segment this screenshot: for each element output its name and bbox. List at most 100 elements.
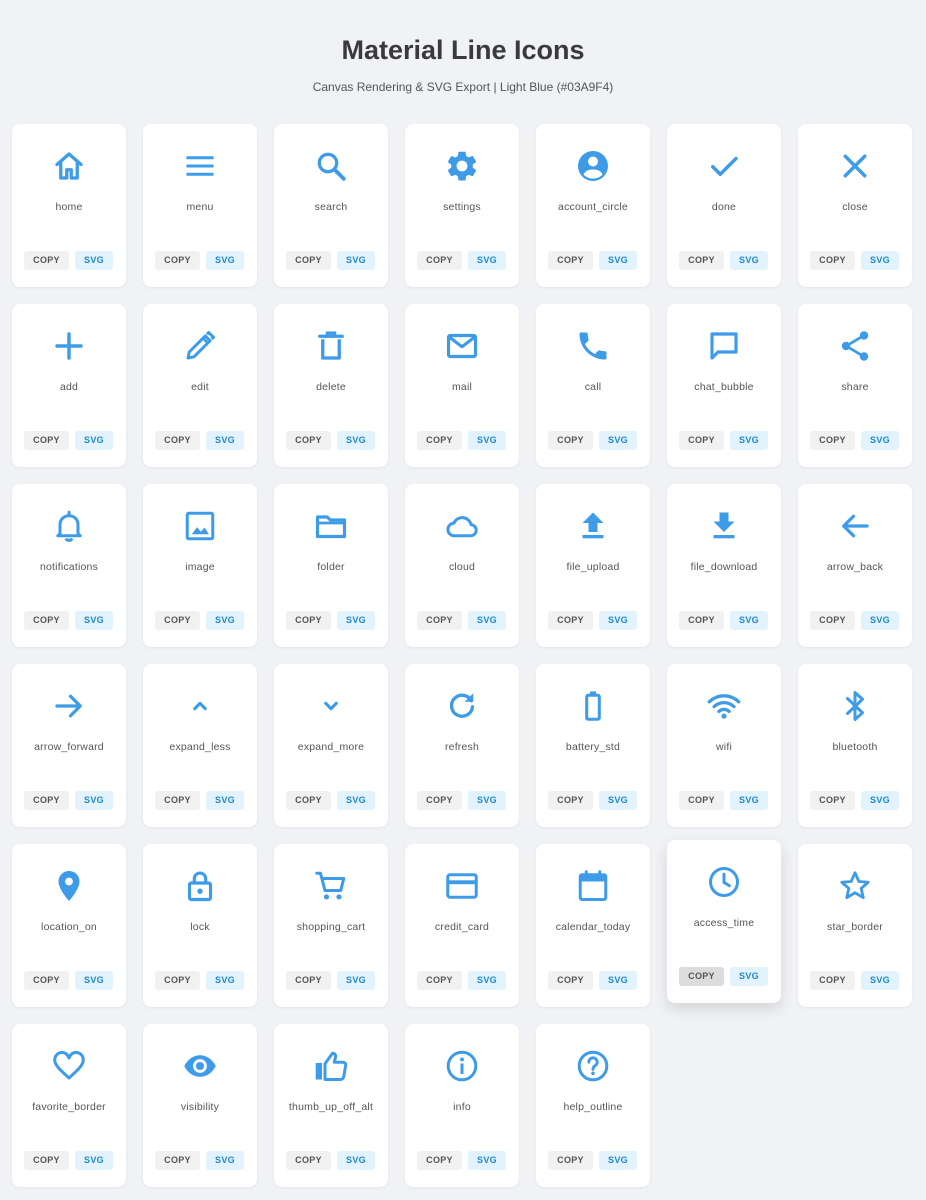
svg-export-button[interactable]: SVG — [468, 251, 506, 270]
svg-export-button[interactable]: SVG — [206, 971, 244, 990]
svg-export-button[interactable]: SVG — [206, 791, 244, 810]
svg-export-button[interactable]: SVG — [337, 791, 375, 810]
copy-button[interactable]: COPY — [810, 431, 855, 450]
icon-card[interactable]: menu COPY SVG — [143, 124, 257, 287]
icon-card[interactable]: expand_more COPY SVG — [274, 664, 388, 827]
svg-export-button[interactable]: SVG — [468, 611, 506, 630]
icon-card[interactable]: calendar_today COPY SVG — [536, 844, 650, 1007]
icon-card[interactable]: refresh COPY SVG — [405, 664, 519, 827]
icon-card[interactable]: done COPY SVG — [667, 124, 781, 287]
svg-export-button[interactable]: SVG — [206, 611, 244, 630]
svg-export-button[interactable]: SVG — [468, 791, 506, 810]
icon-card[interactable]: call COPY SVG — [536, 304, 650, 467]
copy-button[interactable]: COPY — [417, 971, 462, 990]
copy-button[interactable]: COPY — [417, 1151, 462, 1170]
icon-card[interactable]: bluetooth COPY SVG — [798, 664, 912, 827]
svg-export-button[interactable]: SVG — [75, 971, 113, 990]
copy-button[interactable]: COPY — [155, 251, 200, 270]
copy-button[interactable]: COPY — [24, 251, 69, 270]
svg-export-button[interactable]: SVG — [730, 611, 768, 630]
copy-button[interactable]: COPY — [286, 791, 331, 810]
icon-card[interactable]: settings COPY SVG — [405, 124, 519, 287]
copy-button[interactable]: COPY — [679, 431, 724, 450]
copy-button[interactable]: COPY — [679, 967, 724, 986]
svg-export-button[interactable]: SVG — [337, 971, 375, 990]
icon-card[interactable]: image COPY SVG — [143, 484, 257, 647]
copy-button[interactable]: COPY — [679, 251, 724, 270]
svg-export-button[interactable]: SVG — [468, 1151, 506, 1170]
icon-card[interactable]: lock COPY SVG — [143, 844, 257, 1007]
icon-card[interactable]: account_circle COPY SVG — [536, 124, 650, 287]
copy-button[interactable]: COPY — [24, 611, 69, 630]
svg-export-button[interactable]: SVG — [599, 971, 637, 990]
copy-button[interactable]: COPY — [286, 1151, 331, 1170]
copy-button[interactable]: COPY — [286, 611, 331, 630]
svg-export-button[interactable]: SVG — [730, 967, 768, 986]
svg-export-button[interactable]: SVG — [730, 791, 768, 810]
copy-button[interactable]: COPY — [24, 431, 69, 450]
copy-button[interactable]: COPY — [548, 1151, 593, 1170]
copy-button[interactable]: COPY — [24, 1151, 69, 1170]
svg-export-button[interactable]: SVG — [75, 251, 113, 270]
svg-export-button[interactable]: SVG — [861, 251, 899, 270]
svg-export-button[interactable]: SVG — [75, 611, 113, 630]
copy-button[interactable]: COPY — [810, 251, 855, 270]
copy-button[interactable]: COPY — [417, 251, 462, 270]
copy-button[interactable]: COPY — [679, 791, 724, 810]
svg-export-button[interactable]: SVG — [468, 971, 506, 990]
svg-export-button[interactable]: SVG — [337, 1151, 375, 1170]
copy-button[interactable]: COPY — [286, 971, 331, 990]
svg-export-button[interactable]: SVG — [599, 1151, 637, 1170]
icon-card[interactable]: info COPY SVG — [405, 1024, 519, 1187]
svg-export-button[interactable]: SVG — [337, 611, 375, 630]
svg-export-button[interactable]: SVG — [206, 251, 244, 270]
copy-button[interactable]: COPY — [286, 251, 331, 270]
icon-card[interactable]: mail COPY SVG — [405, 304, 519, 467]
svg-export-button[interactable]: SVG — [206, 431, 244, 450]
copy-button[interactable]: COPY — [155, 1151, 200, 1170]
icon-card[interactable]: arrow_forward COPY SVG — [12, 664, 126, 827]
icon-card[interactable]: folder COPY SVG — [274, 484, 388, 647]
svg-export-button[interactable]: SVG — [75, 1151, 113, 1170]
icon-card[interactable]: battery_std COPY SVG — [536, 664, 650, 827]
svg-export-button[interactable]: SVG — [861, 971, 899, 990]
svg-export-button[interactable]: SVG — [861, 611, 899, 630]
icon-card[interactable]: share COPY SVG — [798, 304, 912, 467]
copy-button[interactable]: COPY — [417, 611, 462, 630]
icon-card[interactable]: expand_less COPY SVG — [143, 664, 257, 827]
icon-card[interactable]: search COPY SVG — [274, 124, 388, 287]
svg-export-button[interactable]: SVG — [337, 431, 375, 450]
icon-card[interactable]: arrow_back COPY SVG — [798, 484, 912, 647]
icon-card[interactable]: chat_bubble COPY SVG — [667, 304, 781, 467]
svg-export-button[interactable]: SVG — [599, 431, 637, 450]
copy-button[interactable]: COPY — [417, 431, 462, 450]
copy-button[interactable]: COPY — [810, 791, 855, 810]
icon-card[interactable]: star_border COPY SVG — [798, 844, 912, 1007]
copy-button[interactable]: COPY — [24, 971, 69, 990]
icon-card[interactable]: add COPY SVG — [12, 304, 126, 467]
icon-card[interactable]: edit COPY SVG — [143, 304, 257, 467]
copy-button[interactable]: COPY — [810, 971, 855, 990]
icon-card[interactable]: file_upload COPY SVG — [536, 484, 650, 647]
svg-export-button[interactable]: SVG — [861, 791, 899, 810]
icon-card[interactable]: access_time COPY SVG — [667, 840, 781, 1003]
copy-button[interactable]: COPY — [548, 791, 593, 810]
copy-button[interactable]: COPY — [286, 431, 331, 450]
svg-export-button[interactable]: SVG — [599, 611, 637, 630]
icon-card[interactable]: notifications COPY SVG — [12, 484, 126, 647]
copy-button[interactable]: COPY — [155, 971, 200, 990]
svg-export-button[interactable]: SVG — [206, 1151, 244, 1170]
copy-button[interactable]: COPY — [679, 611, 724, 630]
icon-card[interactable]: favorite_border COPY SVG — [12, 1024, 126, 1187]
svg-export-button[interactable]: SVG — [730, 431, 768, 450]
icon-card[interactable]: file_download COPY SVG — [667, 484, 781, 647]
copy-button[interactable]: COPY — [155, 611, 200, 630]
copy-button[interactable]: COPY — [548, 431, 593, 450]
copy-button[interactable]: COPY — [810, 611, 855, 630]
svg-export-button[interactable]: SVG — [468, 431, 506, 450]
svg-export-button[interactable]: SVG — [599, 791, 637, 810]
copy-button[interactable]: COPY — [24, 791, 69, 810]
svg-export-button[interactable]: SVG — [337, 251, 375, 270]
icon-card[interactable]: credit_card COPY SVG — [405, 844, 519, 1007]
icon-card[interactable]: visibility COPY SVG — [143, 1024, 257, 1187]
